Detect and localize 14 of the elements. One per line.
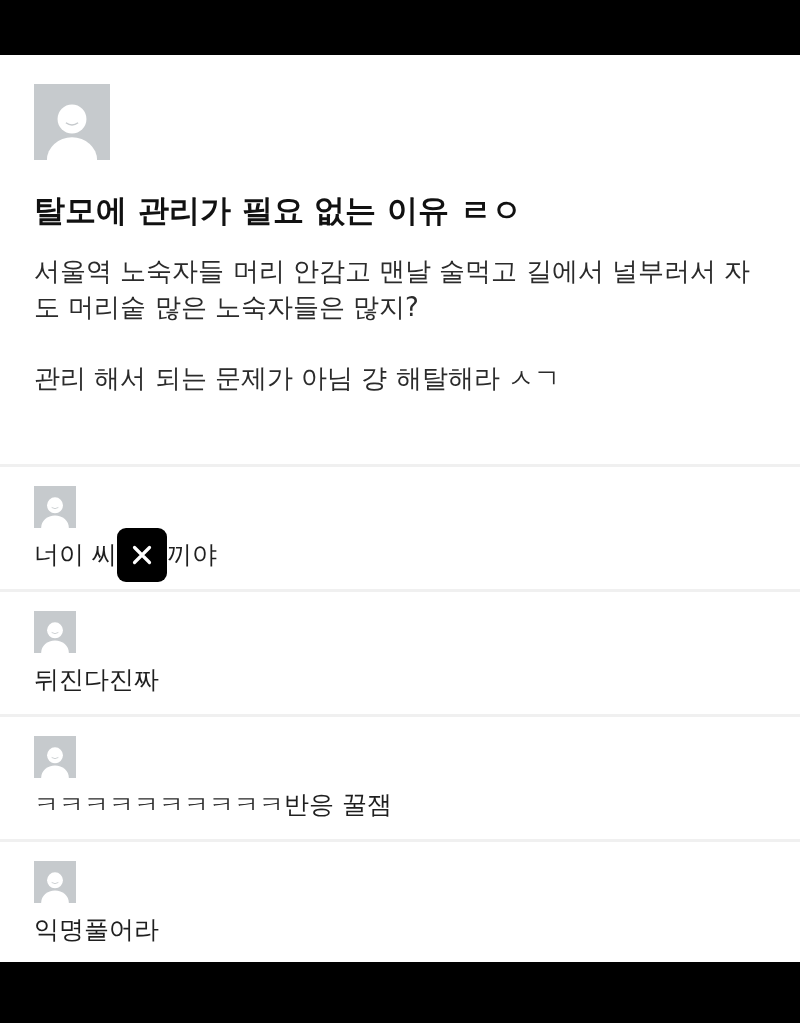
avatar-icon: [34, 84, 110, 160]
comment-text: 끼야: [166, 539, 217, 571]
avatar-icon: [34, 611, 76, 653]
post-body-text: 서울역 노숙자들 머리 안감고 맨날 술먹고 길에서 널부러서 자도 머리숱 많은 노숙자들은 많지?: [34, 255, 752, 324]
comment-text: 너이 씨: [34, 539, 117, 571]
comment-text: 뒤진다진짜: [34, 664, 159, 696]
comment-text: ㅋㅋㅋㅋㅋㅋㅋㅋㅋㅋ반응 꿀잼: [34, 789, 392, 821]
avatar-icon: [34, 861, 76, 903]
comment-text: 익명풀어라: [34, 914, 159, 946]
avatar-icon: [34, 736, 76, 778]
post-body-text: 관리 해서 되는 문제가 아님 걍 해탈해라 ㅅㄱ: [34, 362, 561, 395]
post-title: 탈모에 관리가 필요 없는 이유 ㄹㅇ: [34, 191, 523, 230]
avatar-icon: [34, 486, 76, 528]
censor-icon: [116, 528, 167, 582]
